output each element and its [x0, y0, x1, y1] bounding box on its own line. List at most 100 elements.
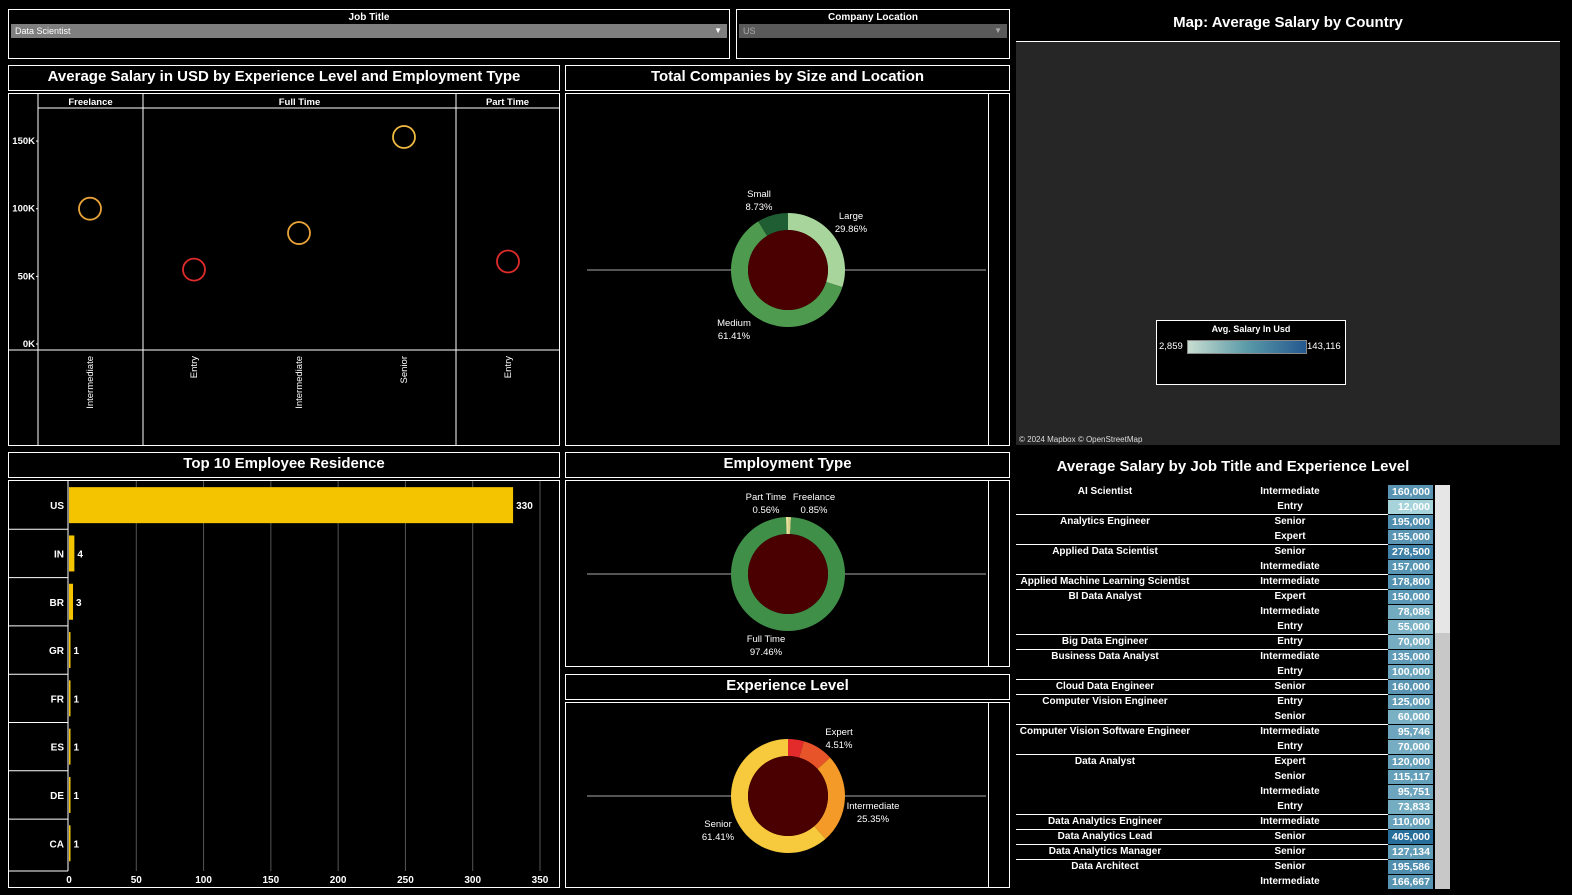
donut-center	[748, 230, 828, 310]
company-location-dropdown[interactable]: US ▼	[739, 24, 1007, 38]
donut-label-pct: 61.41%	[718, 331, 751, 342]
salary-value-cell: 155,000	[1388, 530, 1433, 544]
bar[interactable]	[69, 535, 75, 572]
x-tick-label: 250	[397, 875, 414, 886]
donut-label-name: Full Time	[747, 634, 786, 645]
bar-category-label: CA	[50, 839, 64, 850]
table-row[interactable]: Entry 100,000	[1016, 665, 1450, 680]
job-title-cell: Analytics Engineer	[1059, 516, 1151, 527]
employment-title: Employment Type	[565, 452, 1010, 478]
table-row[interactable]: Applied Data Scientist Senior 278,500	[1016, 545, 1450, 560]
table-row[interactable]: Business Data Analyst Intermediate 135,000	[1016, 650, 1450, 665]
experience-chart: Expert 4.51% Intermediate 25.35% Senior 61.41…	[565, 702, 1010, 888]
company-location-filter: Company Location US ▼	[736, 9, 1010, 59]
experience-cell: Senior	[1274, 831, 1306, 842]
residence-bar-svg: US 330 IN 4 BR 3 GR 1 FR 1 ES 1 DE 1 CA 1 0 50 100 150 200 2…	[9, 481, 549, 886]
residence-chart: US 330 IN 4 BR 3 GR 1 FR 1 ES 1 DE 1 CA 1 0 50 100 150 200 2…	[8, 480, 560, 888]
table-row[interactable]: AI Scientist Intermediate 160,000	[1016, 485, 1450, 500]
job-title-cell: Data Analytics Lead	[1057, 831, 1153, 842]
table-row[interactable]: Cloud Data Engineer Senior 160,000	[1016, 680, 1450, 695]
experience-cell: Intermediate	[1260, 816, 1320, 827]
donut-label-pct: 4.51%	[826, 740, 853, 751]
employment-chart: Part Time 0.56% Freelance 0.85% Full Time 97.…	[565, 480, 1010, 667]
map-legend-gradient	[1187, 340, 1307, 354]
x-tick-label: 0	[66, 875, 72, 886]
y-tick-label: 150K	[12, 136, 35, 147]
map-area[interactable]: Avg. Salary In Usd 2,859 143,116 © 2024 …	[1016, 41, 1560, 445]
table-row[interactable]: Computer Vision Software Engineer Interme…	[1016, 725, 1450, 740]
scatter-point[interactable]	[496, 249, 520, 274]
bar[interactable]	[69, 632, 71, 669]
chevron-down-icon: ▼	[994, 26, 1002, 35]
bar[interactable]	[69, 825, 71, 862]
experience-title: Experience Level	[565, 674, 1010, 700]
job-title-cell: Applied Machine Learning Scientist	[1020, 576, 1190, 587]
x-tick-label: 100	[195, 875, 212, 886]
salary-value-cell: 135,000	[1388, 650, 1433, 664]
salary-table: AI Scientist Intermediate 160,000 Entry 12,0…	[1016, 485, 1450, 889]
bar[interactable]	[69, 728, 71, 765]
scatter-point[interactable]	[182, 257, 206, 282]
bar-value-label: 330	[516, 501, 533, 512]
employment-donut: Part Time 0.56% Freelance 0.85% Full Time 97.…	[587, 492, 986, 658]
table-row[interactable]: Entry 73,833	[1016, 800, 1450, 815]
table-row[interactable]: Intermediate 157,000	[1016, 560, 1450, 575]
salary-value-cell: 125,000	[1388, 695, 1433, 709]
table-row[interactable]: Analytics Engineer Senior 195,000	[1016, 515, 1450, 530]
y-tick-label: 100K	[12, 204, 35, 215]
table-row[interactable]: Entry 12,000	[1016, 500, 1450, 515]
table-row[interactable]: Applied Machine Learning Scientist Interm…	[1016, 575, 1450, 590]
job-title-cell: Applied Data Scientist	[1052, 546, 1158, 557]
bar-category-label: US	[50, 501, 64, 512]
experience-cell: Entry	[1277, 696, 1303, 707]
salary-value-cell: 115,117	[1388, 770, 1433, 784]
scatter-point[interactable]	[392, 125, 416, 149]
salary-value-cell: 160,000	[1388, 680, 1433, 694]
map-legend-min: 2,859	[1159, 341, 1183, 352]
experience-cell: Intermediate	[1260, 651, 1320, 662]
table-row[interactable]: Data Analytics Lead Senior 405,000	[1016, 830, 1450, 845]
table-row[interactable]: Entry 55,000	[1016, 620, 1450, 635]
bar[interactable]	[69, 776, 71, 813]
job-title-cell: Computer Vision Engineer	[1042, 696, 1168, 707]
x-tick-label: 150	[263, 875, 280, 886]
experience-cell: Senior	[1274, 711, 1306, 722]
salary-value-cell: 150,000	[1388, 590, 1433, 604]
table-row[interactable]: Data Architect Senior 195,586	[1016, 860, 1450, 875]
table-row[interactable]: Data Analytics Manager Senior 127,134	[1016, 845, 1450, 860]
table-row[interactable]: Data Analytics Engineer Intermediate 110,0…	[1016, 815, 1450, 830]
salary-value-cell: 120,000	[1388, 755, 1433, 769]
experience-cell: Entry	[1277, 501, 1303, 512]
experience-cell: Entry	[1277, 636, 1303, 647]
table-row[interactable]: Intermediate 95,751	[1016, 785, 1450, 800]
job-title-cell: BI Data Analyst	[1068, 591, 1142, 602]
donut-label-pct: 97.46%	[750, 647, 783, 658]
scatter-point[interactable]	[78, 196, 102, 221]
donut-label-pct: 29.86%	[835, 224, 868, 235]
table-row[interactable]: Data Analyst Expert 120,000	[1016, 755, 1450, 770]
table-row[interactable]: Computer Vision Engineer Entry 125,000	[1016, 695, 1450, 710]
table-row[interactable]: Expert 155,000	[1016, 530, 1450, 545]
table-row[interactable]: Intermediate 166,667	[1016, 875, 1450, 889]
x-tick-label: 300	[464, 875, 481, 886]
bar[interactable]	[69, 583, 74, 620]
table-row[interactable]: BI Data Analyst Expert 150,000	[1016, 590, 1450, 605]
table-row[interactable]: Big Data Engineer Entry 70,000	[1016, 635, 1450, 650]
salary-value-cell: 73,833	[1388, 800, 1433, 814]
salary-value-cell: 100,000	[1388, 665, 1433, 679]
x-tick-label: 50	[131, 875, 143, 886]
map-legend-title: Avg. Salary In Usd	[1211, 324, 1291, 334]
company-location-filter-label: Company Location	[827, 12, 918, 23]
bar[interactable]	[69, 680, 71, 717]
table-row[interactable]: Intermediate 78,086	[1016, 605, 1450, 620]
table-row[interactable]: Entry 70,000	[1016, 740, 1450, 755]
scatter-chart: Freelance Full Time Part Time 150K 100K 50K 0…	[8, 93, 560, 446]
table-row[interactable]: Senior 60,000	[1016, 710, 1450, 725]
bar[interactable]	[69, 487, 514, 524]
scatter-point[interactable]	[287, 221, 311, 245]
experience-cell: Entry	[1277, 621, 1303, 632]
donut-label-name: Freelance	[793, 492, 835, 503]
table-row[interactable]: Senior 115,117	[1016, 770, 1450, 785]
job-title-dropdown[interactable]: Data Scientist ▼	[11, 24, 727, 38]
salary-value-cell: 195,586	[1388, 860, 1433, 874]
